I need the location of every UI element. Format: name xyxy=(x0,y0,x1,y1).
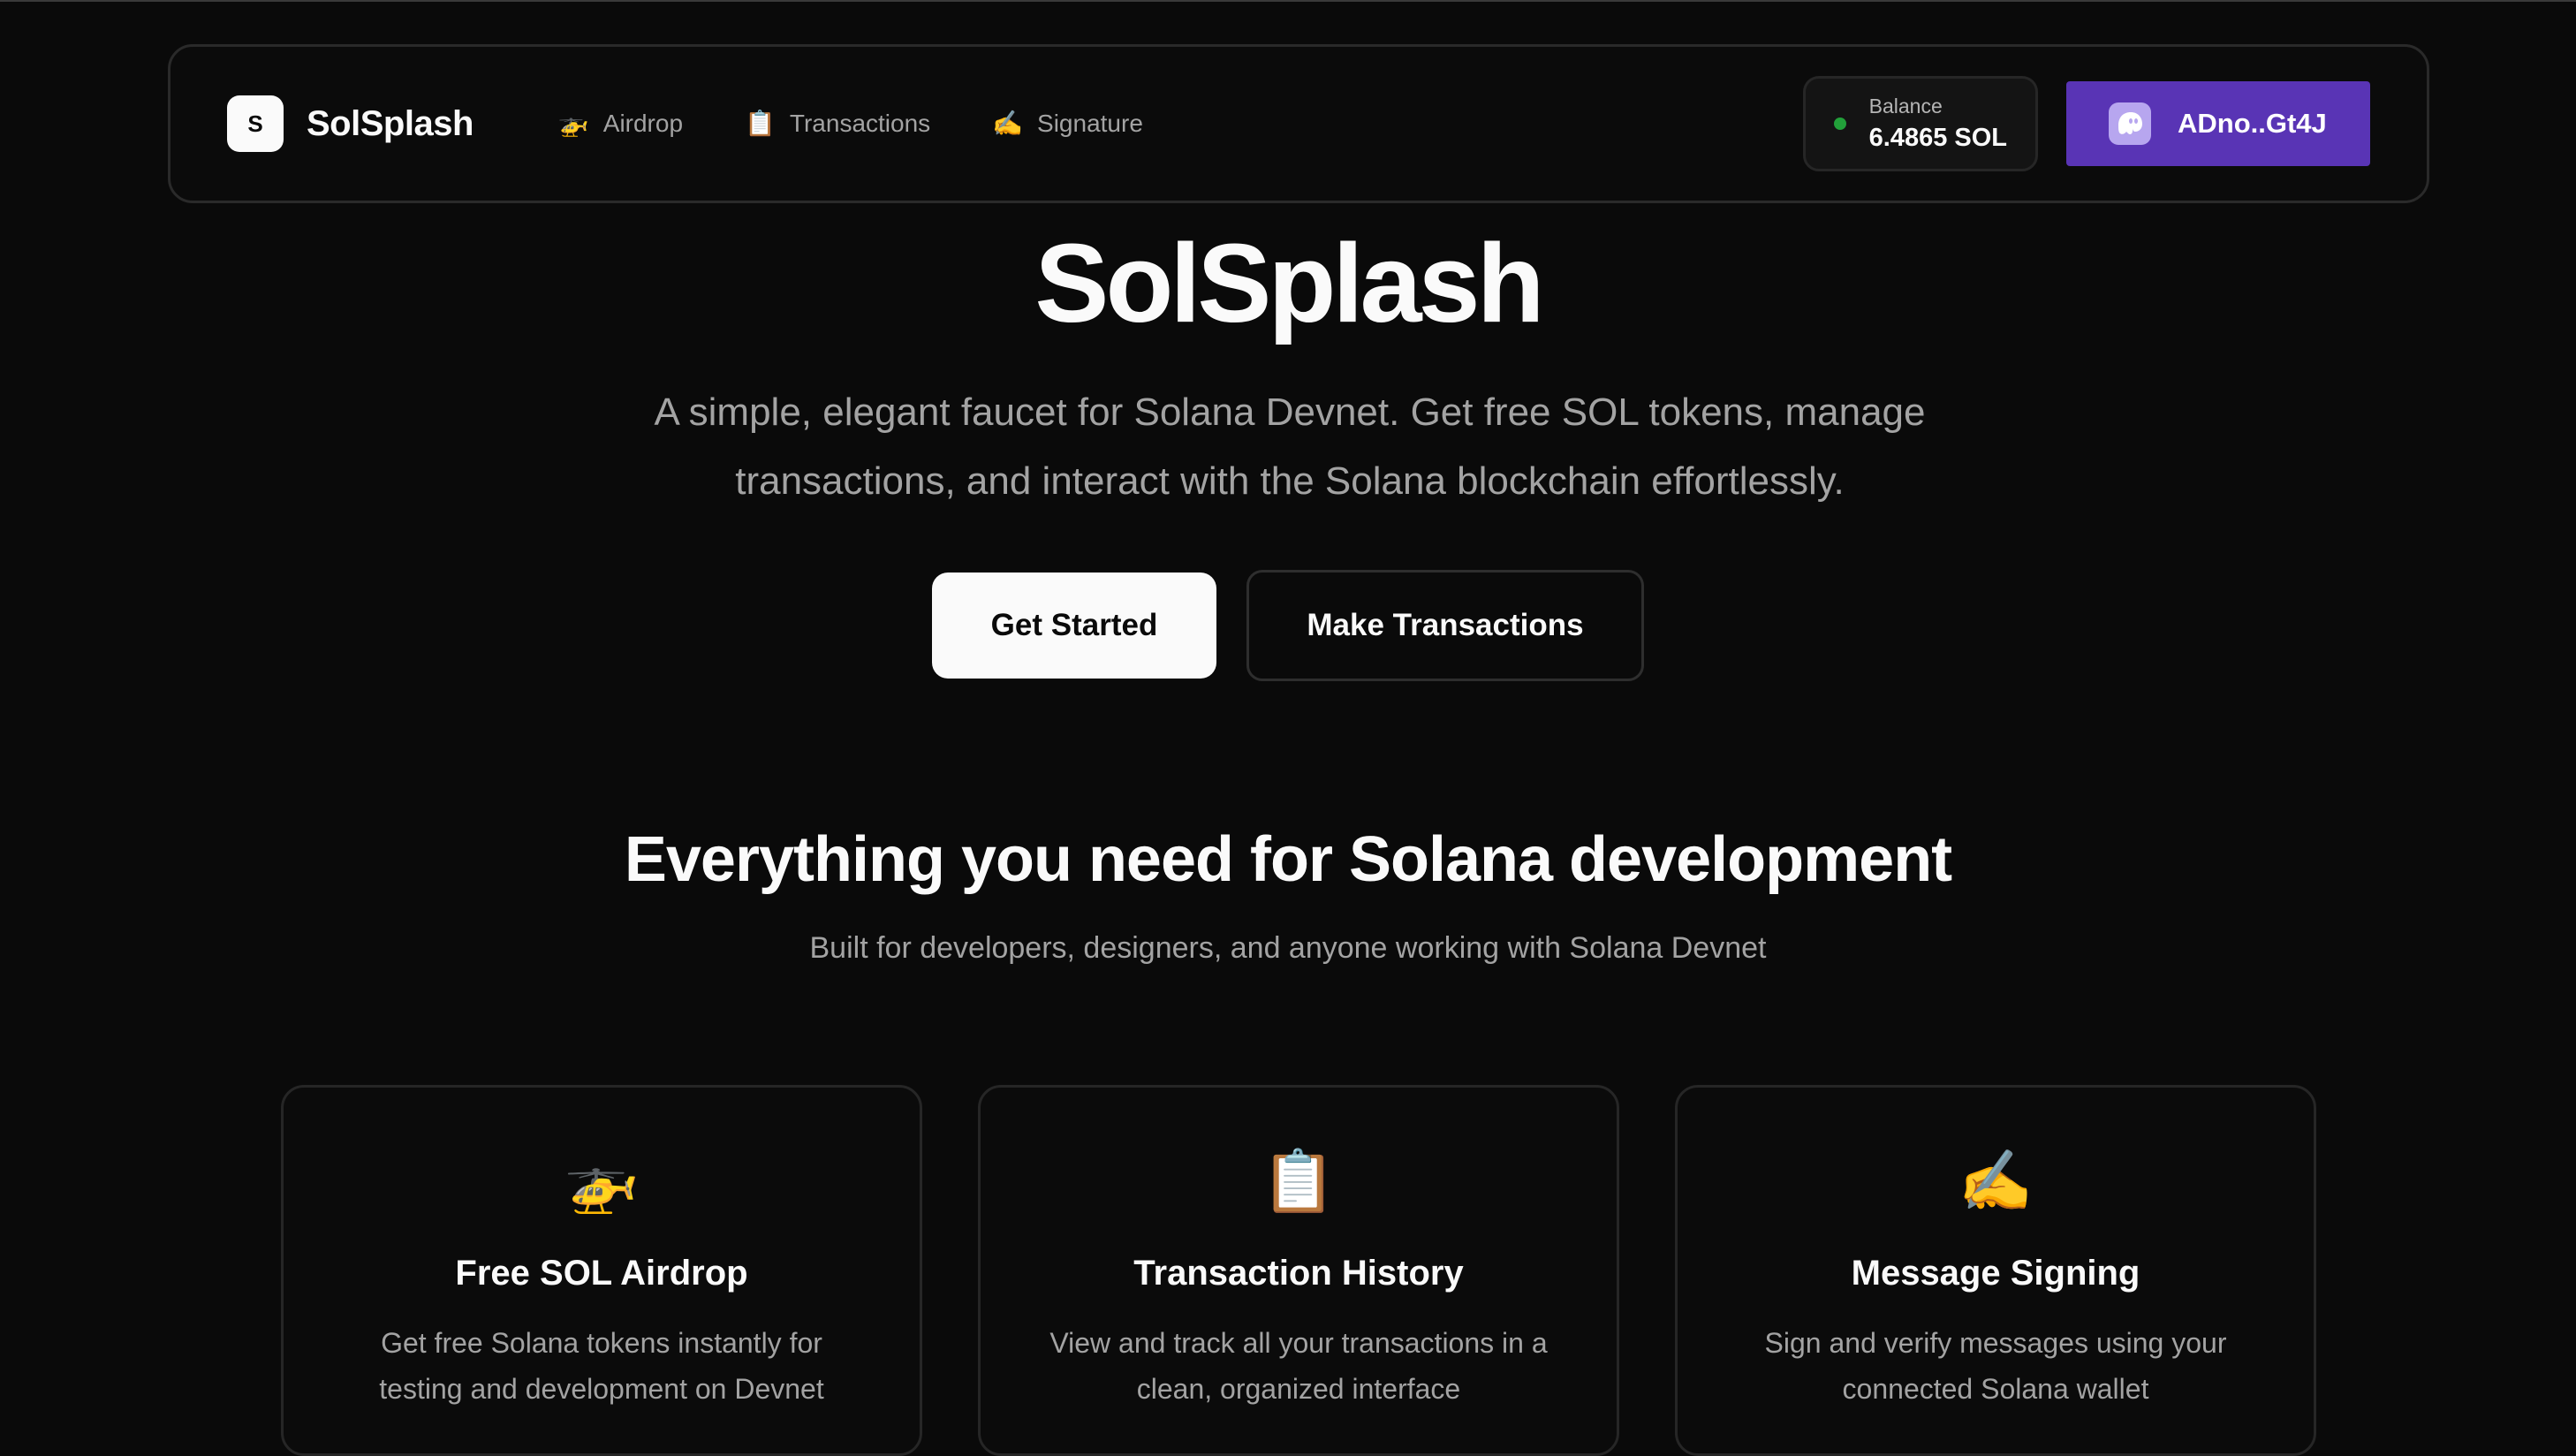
clipboard-icon: 📋 xyxy=(745,110,776,137)
status-dot-icon xyxy=(1833,118,1846,130)
navbar: S SolSplash 🚁 Airdrop 📋 Transactions ✍️ … xyxy=(168,44,2429,203)
nav-right: Balance 6.4865 SOL ADno..Gt4J xyxy=(1802,76,2370,171)
helicopter-icon: 🚁 xyxy=(564,1148,640,1215)
feature-card-title: Transaction History xyxy=(1133,1254,1464,1293)
clipboard-icon: 📋 xyxy=(1261,1148,1337,1215)
helicopter-icon: 🚁 xyxy=(557,110,589,137)
feature-card-transaction-history: 📋 Transaction History View and track all… xyxy=(978,1085,1619,1456)
feature-card-description: Sign and verify messages using your conn… xyxy=(1764,1327,2227,1405)
phantom-ghost-icon xyxy=(2109,102,2151,145)
feature-card-title: Free SOL Airdrop xyxy=(455,1254,748,1293)
brand-name: SolSplash xyxy=(307,103,474,143)
nav-links: 🚁 Airdrop 📋 Transactions ✍️ Signature xyxy=(558,110,1143,138)
nav-link-transactions[interactable]: 📋 Transactions xyxy=(745,110,930,138)
feature-card-description: Get free Solana tokens instantly for tes… xyxy=(379,1327,824,1405)
balance-display: Balance 6.4865 SOL xyxy=(1802,76,2038,171)
writing-hand-icon: ✍️ xyxy=(1958,1148,2034,1215)
get-started-button[interactable]: Get Started xyxy=(932,573,1216,679)
nav-link-airdrop[interactable]: 🚁 Airdrop xyxy=(558,110,683,138)
balance-value: 6.4865 SOL xyxy=(1868,124,2007,152)
features-subtitle: Built for developers, designers, and any… xyxy=(809,931,1767,965)
feature-card-title: Message Signing xyxy=(1851,1254,2140,1293)
feature-card-message-signing: ✍️ Message Signing Sign and verify messa… xyxy=(1675,1085,2316,1456)
wallet-button[interactable]: ADno..Gt4J xyxy=(2066,81,2370,166)
brand-logo[interactable]: S SolSplash xyxy=(227,95,474,152)
nav-link-label: Airdrop xyxy=(602,110,684,137)
nav-link-signature[interactable]: ✍️ Signature xyxy=(992,110,1143,138)
nav-link-label: Signature xyxy=(1037,110,1143,137)
hero-title: SolSplash xyxy=(1034,221,1544,345)
nav-link-label: Transactions xyxy=(789,110,931,137)
balance-text: Balance 6.4865 SOL xyxy=(1869,95,2007,153)
wallet-address: ADno..Gt4J xyxy=(2178,108,2327,139)
window-top-border xyxy=(0,0,2576,2)
cta-row: Get Started Make Transactions xyxy=(0,570,2576,681)
feature-card-airdrop: 🚁 Free SOL Airdrop Get free Solana token… xyxy=(281,1085,922,1456)
balance-label: Balance xyxy=(1868,95,1943,118)
hero-subtitle: A simple, elegant faucet for Solana Devn… xyxy=(654,391,1926,503)
make-transactions-button[interactable]: Make Transactions xyxy=(1246,570,1644,681)
features-title: Everything you need for Solana developme… xyxy=(624,824,1952,895)
logo-mark: S xyxy=(227,95,284,152)
feature-card-description: View and track all your transactions in … xyxy=(1049,1327,1548,1405)
writing-hand-icon: ✍️ xyxy=(992,110,1024,137)
